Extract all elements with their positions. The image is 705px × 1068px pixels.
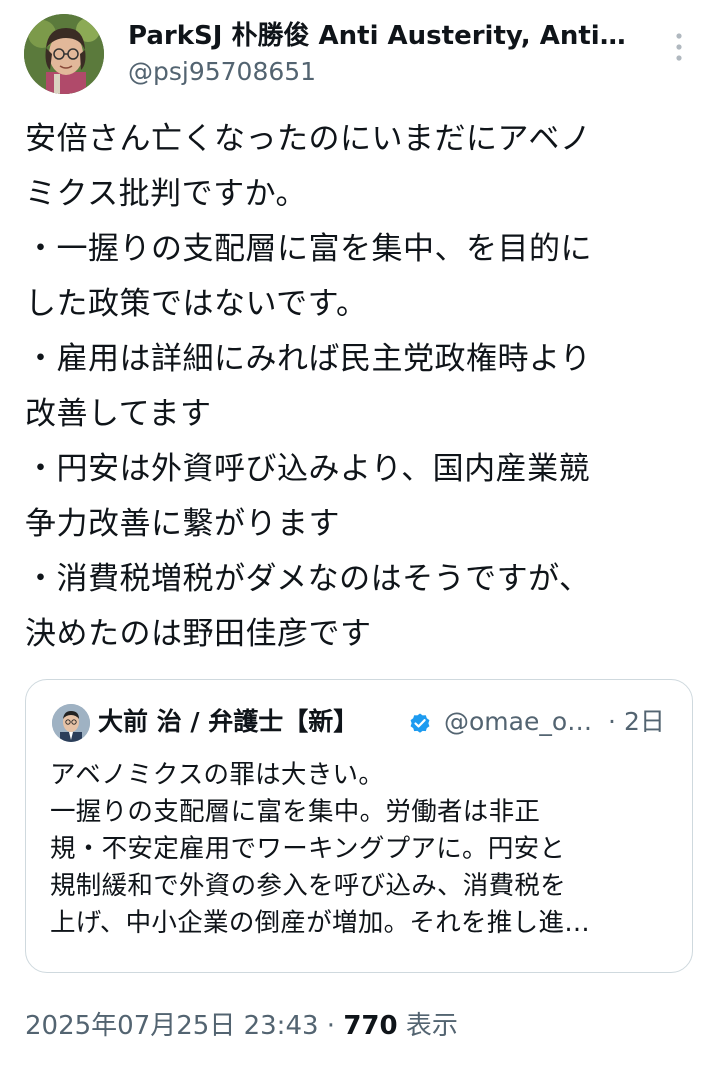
quoted-author-name[interactable]: 大前 治 / 弁護士【新】 xyxy=(98,702,358,742)
author-avatar[interactable] xyxy=(24,14,104,94)
tweet-text: 安倍さん亡くなったのにいまだにアベノ ミクス批判ですか。 ・一握りの支配層に富を… xyxy=(25,112,685,662)
quoted-text-line: 規制緩和で外資の参入を呼び込み、消費税を xyxy=(50,871,567,901)
quoted-tweet-text: アベノミクスの罪は大きい。 一握りの支配層に富を集中。労働者は非正 規・不安定雇… xyxy=(50,757,674,942)
quoted-text-line: アベノミクスの罪は大きい。 xyxy=(50,760,385,790)
tweet-text-line: 改善してます xyxy=(25,396,212,432)
more-vertical-icon[interactable] xyxy=(667,30,691,64)
tweet-timestamp[interactable]: 2025年07月25日 23:43 xyxy=(25,1011,319,1041)
separator-dot: · xyxy=(608,707,616,736)
tweet-text-line: ・雇用は詳細にみれば民主党政権時より xyxy=(25,341,592,377)
quoted-author-handle[interactable]: @omae_o… xyxy=(444,702,592,742)
quoted-author-avatar[interactable] xyxy=(52,704,90,742)
tweet-text-line: ミクス批判ですか。 xyxy=(25,176,307,212)
tweet-text-line: ・円安は外資呼び込みより、国内産業競 xyxy=(25,451,591,487)
tweet-text-line: 争力改善に繋がります xyxy=(25,506,340,542)
quoted-text-line: 上げ、中小企業の倒産が増加。それを推し進… xyxy=(50,908,591,938)
views-label[interactable]: 表示 xyxy=(406,1011,458,1041)
tweet-text-line: 決めたのは野田佳彦です xyxy=(25,616,372,652)
tweet-text-line: ・一握りの支配層に富を集中、を目的に xyxy=(25,231,592,267)
tweet-meta: 2025年07月25日 23:43 · 770 表示 xyxy=(25,1006,458,1046)
separator-dot: · xyxy=(326,1011,336,1041)
quoted-tweet-time[interactable]: 2日 xyxy=(624,702,665,742)
tweet-text-line: した政策ではないです。 xyxy=(25,286,368,322)
quoted-tweet-card[interactable]: 大前 治 / 弁護士【新】 @omae_o… · 2日 アベノミクスの罪は大きい… xyxy=(25,679,693,973)
verified-badge-icon xyxy=(408,711,432,735)
tweet-text-line: 安倍さん亡くなったのにいまだにアベノ xyxy=(25,121,592,157)
author-handle[interactable]: @psj95708651 xyxy=(128,54,316,90)
quoted-text-line: 規・不安定雇用でワーキングプアに。円安と xyxy=(50,834,566,864)
views-count[interactable]: 770 xyxy=(343,1011,397,1041)
author-name[interactable]: ParkSJ 朴勝俊 Anti Austerity, Anti… xyxy=(128,18,648,54)
quoted-text-line: 一握りの支配層に富を集中。労働者は非正 xyxy=(50,797,541,827)
tweet-text-line: ・消費税増税がダメなのはそうですが、 xyxy=(25,561,591,597)
tweet: ParkSJ 朴勝俊 Anti Austerity, Anti… @psj957… xyxy=(0,0,705,1068)
